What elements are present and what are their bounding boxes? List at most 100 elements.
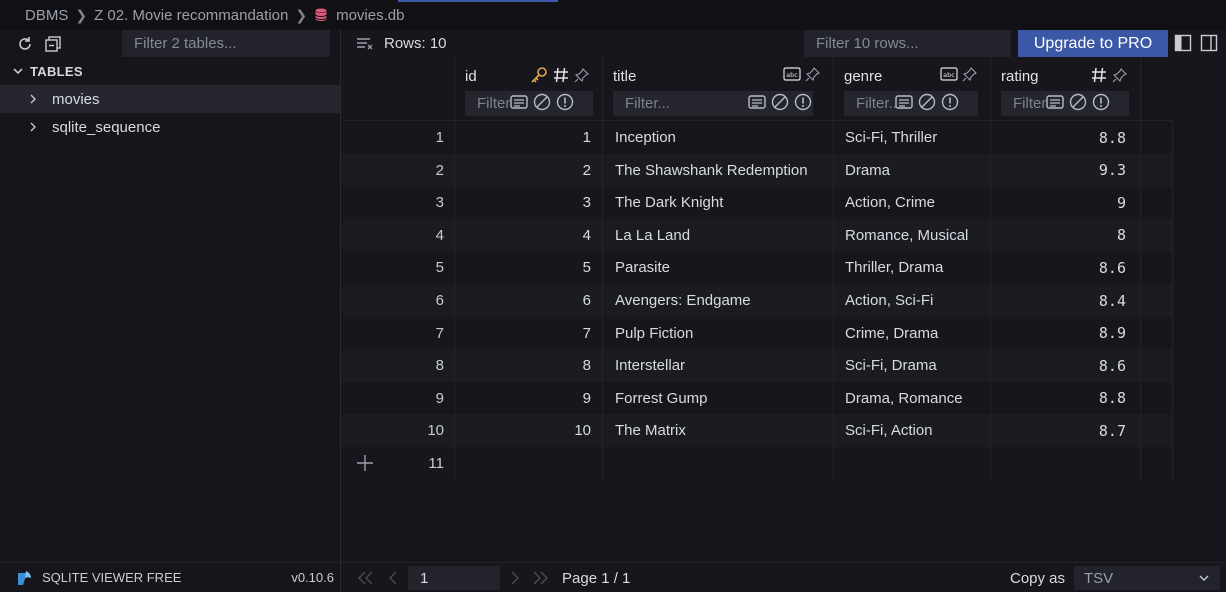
row-number-cell: 7 [435,324,444,342]
null-filter-icon[interactable] [1068,92,1088,112]
sidebar-item-sqlite-sequence[interactable]: sqlite_sequence [0,113,340,141]
cell-genre[interactable]: Romance, Musical [845,219,989,252]
null-filter-icon[interactable] [917,92,937,112]
cell-title[interactable]: La La Land [615,219,830,252]
cell-rating[interactable]: 8.4 [991,284,1126,317]
cell-genre[interactable]: Action, Crime [845,186,989,219]
copy-format-select[interactable]: TSV [1074,566,1220,590]
column-header-title[interactable]: title abc Filter... [603,57,834,121]
cell-genre[interactable]: Sci-Fi, Thriller [845,121,989,154]
cell-id[interactable]: 9 [455,382,591,415]
table-row[interactable]: 9 9 Forrest Gump Drama, Romance 8.8 [342,382,1173,415]
cell-rating[interactable]: 8.6 [991,251,1126,284]
sidebar-left-toggle-icon[interactable] [1174,34,1192,52]
table-row[interactable]: 3 3 The Dark Knight Action, Crime 9 [342,186,1173,219]
table-row[interactable]: 1 1 Inception Sci-Fi, Thriller 8.8 [342,121,1173,154]
next-page-icon[interactable] [506,570,524,586]
column-header-genre[interactable]: genre abc Filter... [834,57,991,121]
cell-rating[interactable]: 8.8 [991,121,1126,154]
cell-genre[interactable]: Crime, Drama [845,317,989,350]
cell-title[interactable]: The Matrix [615,414,830,447]
cell-genre[interactable]: Thriller, Drama [845,251,989,284]
copy-as-label: Copy as [1010,569,1066,587]
refresh-icon[interactable] [14,33,36,55]
pin-icon[interactable] [962,66,978,82]
table-row[interactable]: 2 2 The Shawshank Redemption Drama 9.3 [342,153,1173,187]
cell-rating[interactable]: 9.3 [991,154,1126,187]
column-header-id[interactable]: id Filter... [455,57,603,121]
column-header-rating[interactable]: rating Filter... [991,57,1141,121]
table-row[interactable]: 7 7 Pulp Fiction Crime, Drama 8.9 [342,317,1173,350]
breadcrumb-item-file[interactable]: movies.db [336,7,404,24]
warning-icon[interactable] [940,92,960,112]
table-row[interactable]: 5 5 Parasite Thriller, Drama 8.6 [342,251,1173,284]
cell-genre[interactable]: Sci-Fi, Action [845,414,989,447]
pin-icon[interactable] [574,67,590,83]
cell-id[interactable]: 10 [455,414,591,447]
cell-rating[interactable]: 8.8 [991,382,1126,415]
cell-title[interactable]: Parasite [615,251,830,284]
null-filter-icon[interactable] [532,92,552,112]
cell-title[interactable]: Avengers: Endgame [615,284,830,317]
warning-icon[interactable] [793,92,813,112]
column-divider [602,121,603,480]
null-filter-icon[interactable] [770,92,790,112]
cell-id[interactable]: 1 [455,121,591,154]
filter-mode-icon[interactable] [1045,92,1065,112]
sidebar-item-movies[interactable]: movies [0,85,340,113]
previous-page-icon[interactable] [384,570,402,586]
last-page-icon[interactable] [532,570,550,586]
cell-rating[interactable]: 8.9 [991,317,1126,350]
pin-icon[interactable] [805,66,821,82]
rows-count-label: Rows: 10 [384,35,447,52]
cell-id[interactable]: 2 [455,154,591,187]
row-number-header [342,57,455,121]
cell-id[interactable]: 8 [455,349,591,382]
cell-title[interactable]: The Shawshank Redemption [615,154,830,187]
cell-rating[interactable]: 8 [991,219,1126,252]
cell-title[interactable]: Forrest Gump [615,382,830,415]
table-filter-input[interactable]: Filter 2 tables... [122,30,330,57]
cell-title[interactable]: The Dark Knight [615,186,830,219]
breadcrumb-item-dbms[interactable]: DBMS [25,7,68,24]
upgrade-button[interactable]: Upgrade to PRO [1018,30,1168,57]
spacer-header [1141,57,1173,121]
cell-genre[interactable]: Drama, Romance [845,382,989,415]
cell-genre[interactable]: Drama [845,154,989,187]
warning-icon[interactable] [555,92,575,112]
filter-mode-icon[interactable] [747,92,767,112]
cell-id[interactable]: 6 [455,284,591,317]
cell-rating[interactable]: 8.7 [991,414,1126,447]
cell-title[interactable]: Inception [615,121,830,154]
breadcrumb-item-folder[interactable]: Z 02. Movie recommandation [94,7,288,24]
table-row[interactable]: 8 8 Interstellar Sci-Fi, Drama 8.6 [342,349,1173,383]
page-number-input[interactable]: 1 [408,566,500,590]
warning-icon[interactable] [1091,92,1111,112]
sidebar-right-toggle-icon[interactable] [1200,34,1218,52]
tables-section-header[interactable]: TABLES [0,57,340,85]
cell-title[interactable]: Pulp Fiction [615,317,830,350]
cell-id[interactable]: 5 [455,251,591,284]
filter-mode-icon[interactable] [894,92,914,112]
filter-mode-icon[interactable] [509,92,529,112]
cell-id[interactable]: 3 [455,186,591,219]
clear-filters-icon[interactable] [356,37,374,51]
first-page-icon[interactable] [356,570,374,586]
page-indicator: Page 1 / 1 [562,569,631,587]
new-row[interactable]: 11 [342,447,1173,480]
table-row[interactable]: 4 4 La La Land Romance, Musical 8 [342,218,1173,252]
cell-title[interactable]: Interstellar [615,349,830,382]
row-filter-input[interactable]: Filter 10 rows... [804,30,1011,57]
cell-rating[interactable]: 8.6 [991,349,1126,382]
number-type-icon [554,67,568,83]
table-row[interactable]: 6 6 Avengers: Endgame Action, Sci-Fi 8.4 [342,284,1173,317]
cell-genre[interactable]: Action, Sci-Fi [845,284,989,317]
collapse-all-icon[interactable] [42,33,64,55]
row-number-cell: 3 [435,194,444,212]
cell-rating[interactable]: 9 [991,186,1126,219]
cell-genre[interactable]: Sci-Fi, Drama [845,349,989,382]
pin-icon[interactable] [1112,67,1128,83]
cell-id[interactable]: 4 [455,219,591,252]
table-row[interactable]: 10 10 The Matrix Sci-Fi, Action 8.7 [342,414,1173,448]
cell-id[interactable]: 7 [455,317,591,350]
